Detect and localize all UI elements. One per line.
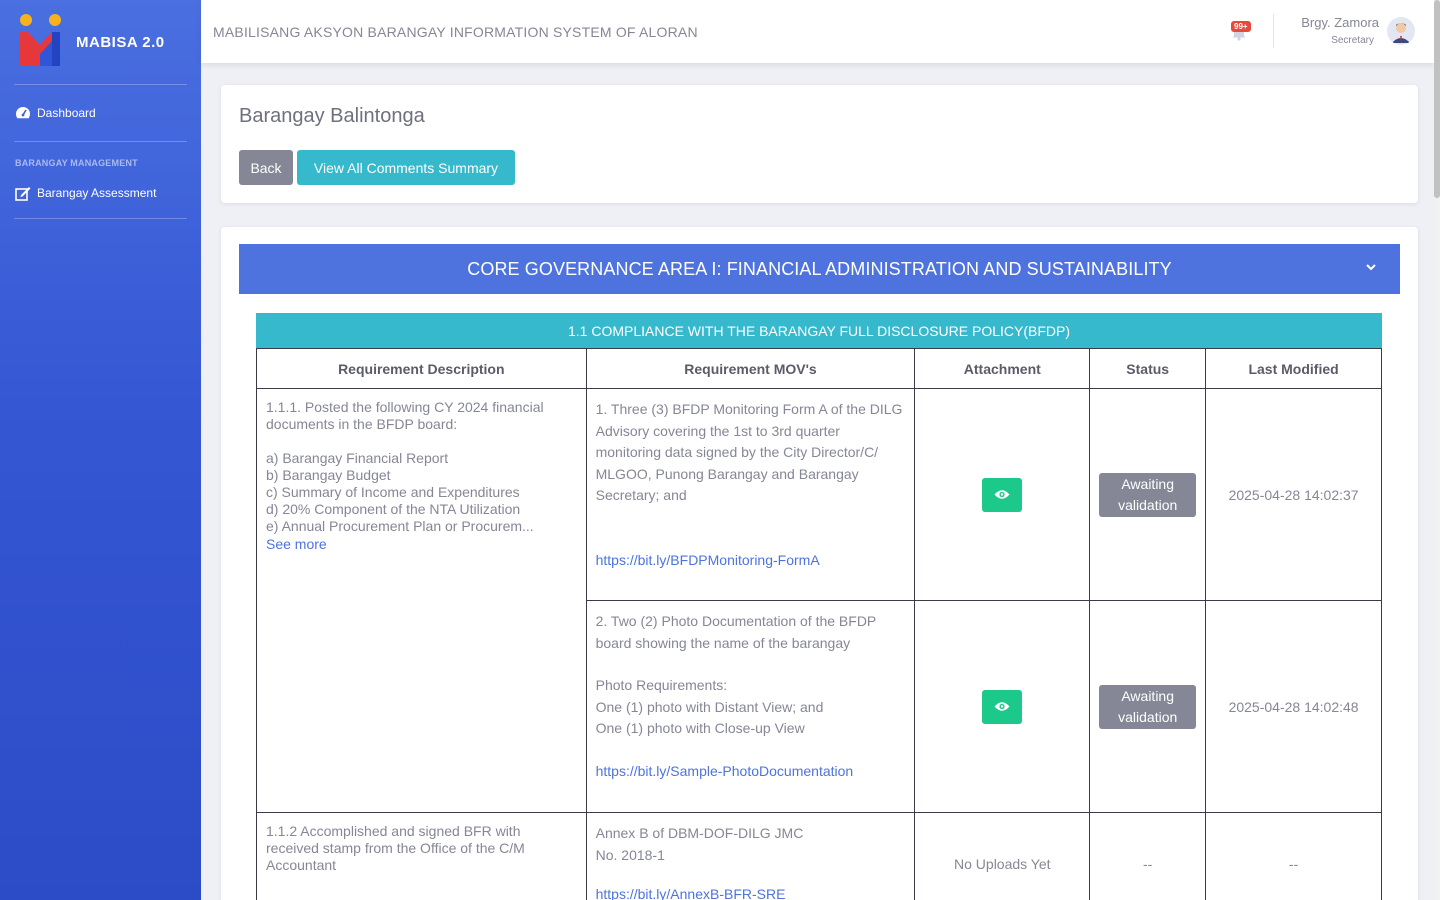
assessment-card: CORE GOVERNANCE AREA I: FINANCIAL ADMINI…: [221, 227, 1418, 900]
last-modified-cell: 2025-04-28 14:02:48: [1205, 600, 1382, 813]
system-title: MABILISANG AKSYON BARANGAY INFORMATION S…: [213, 23, 698, 40]
brand-name: MABISA 2.0: [76, 33, 165, 51]
status-cell: --: [1089, 812, 1207, 900]
user-name[interactable]: Brgy. Zamora: [1301, 15, 1379, 30]
status-badge: Awaiting validation: [1099, 684, 1197, 729]
sidebar-item-dashboard[interactable]: Dashboard: [0, 85, 201, 141]
eye-icon: [994, 702, 1010, 711]
column-header: Last Modified: [1205, 348, 1382, 389]
eye-icon: [994, 490, 1010, 499]
attachment-cell: No Uploads Yet: [914, 812, 1091, 900]
back-button[interactable]: Back: [239, 150, 293, 185]
topbar-divider: [1273, 14, 1274, 48]
requirement-mov: 2. Two (2) Photo Documentation of the BF…: [585, 600, 916, 813]
status-cell: Awaiting validation: [1089, 600, 1207, 813]
requirement-mov: 1. Three (3) BFDP Monitoring Form A of t…: [585, 388, 916, 601]
edit-icon: [15, 186, 33, 201]
sidebar-item-label: Dashboard: [37, 106, 96, 120]
scrollbar-track[interactable]: [1434, 0, 1440, 900]
column-header: Requirement MOV's: [585, 348, 916, 389]
description-item: e) Annual Procurement Plan or Procurem..…: [266, 518, 534, 534]
topbar: MABILISANG AKSYON BARANGAY INFORMATION S…: [201, 0, 1434, 63]
governance-area-header[interactable]: CORE GOVERNANCE AREA I: FINANCIAL ADMINI…: [239, 244, 1400, 294]
barangay-card: Barangay Balintonga Back View All Commen…: [221, 85, 1418, 203]
sidebar-item-label: Barangay Assessment: [37, 186, 157, 200]
sidebar-item-barangay-assessment[interactable]: Barangay Assessment: [0, 168, 201, 218]
view-attachment-button[interactable]: [982, 689, 1023, 724]
tachometer-icon: [15, 106, 33, 120]
mov-text: 1. Three (3) BFDP Monitoring Form A of t…: [595, 401, 903, 503]
status-badge: Awaiting validation: [1099, 472, 1197, 517]
brand[interactable]: MABISA 2.0: [0, 0, 201, 84]
view-all-comments-button[interactable]: View All Comments Summary: [297, 150, 515, 185]
description-item: b) Barangay Budget: [266, 467, 391, 483]
requirements-table: Requirement Description Requirement MOV'…: [256, 348, 1382, 900]
sidebar-divider: [14, 218, 187, 219]
notification-badge: 99+: [1231, 21, 1251, 32]
mov-link[interactable]: https://bit.ly/AnnexB-BFR-SRE: [596, 884, 906, 900]
avatar[interactable]: [1387, 17, 1415, 45]
mov-text: Annex B of DBM-DOF-DILG JMC: [595, 825, 804, 841]
description-item: a) Barangay Financial Report: [266, 450, 449, 466]
column-header: Attachment: [914, 348, 1091, 389]
description-item: c) Summary of Income and Expenditures: [266, 484, 520, 500]
column-header: Requirement Description: [256, 348, 587, 389]
see-more-link[interactable]: See more: [266, 536, 577, 553]
status-cell: Awaiting validation: [1089, 388, 1207, 601]
indicator-header: 1.1 COMPLIANCE WITH THE BARANGAY FULL DI…: [256, 313, 1382, 348]
brand-logo: [18, 14, 66, 70]
mov-link[interactable]: https://bit.ly/Sample-PhotoDocumentation: [596, 761, 906, 783]
last-modified-cell: --: [1205, 812, 1382, 900]
mov-text: 2. Two (2) Photo Documentation of the BF…: [595, 613, 877, 651]
mov-link[interactable]: https://bit.ly/BFDPMonitoring-FormA: [596, 550, 906, 572]
chevron-down-icon[interactable]: [1364, 258, 1378, 272]
table-row: 1.1.2 Accomplished and signed BFR with r…: [256, 812, 1382, 900]
column-header: Status: [1089, 348, 1207, 389]
sidebar-heading: BARANGAY MANAGEMENT: [15, 158, 138, 168]
requirement-description: 1.1.1. Posted the following CY 2024 fina…: [256, 388, 587, 813]
last-modified-cell: 2025-04-28 14:02:37: [1205, 388, 1382, 601]
attachment-cell: [914, 388, 1091, 601]
sidebar: MABISA 2.0 Dashboard BARANGAY MANAGEMENT…: [0, 0, 201, 900]
requirement-description: 1.1.2 Accomplished and signed BFR with r…: [256, 812, 587, 900]
mov-text: Photo Requirements:: [595, 677, 728, 693]
user-role: Secretary: [1331, 35, 1374, 46]
page-title: Barangay Balintonga: [239, 105, 425, 127]
requirement-mov: Annex B of DBM-DOF-DILG JMC No. 2018-1 h…: [585, 812, 916, 900]
scrollbar-thumb[interactable]: [1434, 0, 1440, 198]
mov-text: One (1) photo with Distant View; and: [595, 698, 824, 715]
description-item: d) 20% Component of the NTA Utilization: [266, 501, 521, 517]
governance-area-title: CORE GOVERNANCE AREA I: FINANCIAL ADMINI…: [467, 258, 1172, 279]
table-header-row: Requirement Description Requirement MOV'…: [256, 348, 1382, 389]
mov-text: One (1) photo with Close-up View: [595, 720, 805, 736]
table-row: 1.1.1. Posted the following CY 2024 fina…: [256, 388, 1382, 813]
description-intro: 1.1.1. Posted the following CY 2024 fina…: [266, 399, 544, 432]
attachment-cell: [914, 600, 1091, 813]
mov-text: No. 2018-1: [595, 846, 665, 863]
view-attachment-button[interactable]: [982, 477, 1023, 512]
